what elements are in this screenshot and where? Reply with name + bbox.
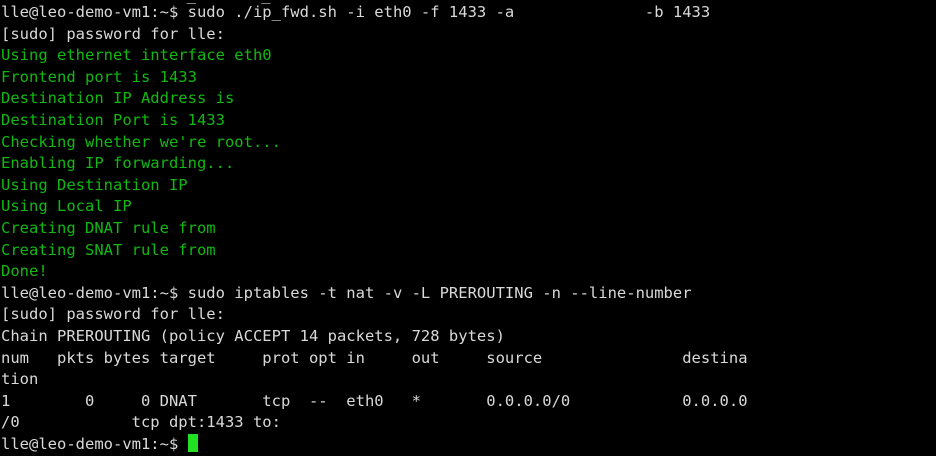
script-output-line: Using Local IP [1,197,132,216]
shell-prompt: lle@leo-demo-vm1:~$ [1,3,188,21]
iptables-rule-row: 1 0 0 DNAT tcp -- eth0 * 0.0.0.0/0 0.0.0… [1,391,748,410]
script-output-line: Using ethernet interface eth0 [1,46,272,65]
script-output-line: Enabling IP forwarding... [1,154,235,173]
command-line: lle@leo-demo-vm1:~$ sudo iptables -t nat… [1,283,936,305]
script-output-line: Creating SNAT rule from [1,240,216,259]
script-output-line: Using Destination IP [1,175,188,194]
script-output-line: Destination IP Address is [1,89,235,108]
terminal-output: lle@leo-demo-vm1:~$ sudo ./ip_fwd.sh -i … [1,2,936,455]
shell-prompt: lle@leo-demo-vm1:~$ [1,283,188,302]
output-line: [sudo] password for lle: [1,24,225,43]
script-output-line: Checking whether we're root... [1,132,281,151]
command-text: sudo ./ip_fwd.sh -i eth0 -f 1433 -a -b 1… [187,3,711,21]
iptables-chain-header: Chain PREROUTING (policy ACCEPT 14 packe… [1,326,505,345]
command-line: lle@leo-demo-vm1:~$ sudo ./ip_fwd.sh -i … [1,2,936,24]
shell-prompt: lle@leo-demo-vm1:~$ [1,434,188,453]
iptables-rule-row-wrap: /0 tcp dpt:1433 to: [1,413,281,432]
command-text: sudo iptables -t nat -v -L PREROUTING -n… [187,283,692,302]
output-line: [sudo] password for lle: [1,305,225,324]
current-prompt-line[interactable]: lle@leo-demo-vm1:~$ [1,433,936,456]
script-output-line: Frontend port is 1433 [1,67,197,86]
text-cursor [187,433,198,452]
iptables-column-headers-wrap: tion [1,370,39,389]
script-output-line: Creating DNAT rule from [1,218,216,237]
iptables-column-headers: num pkts bytes target prot opt in out so… [1,348,748,367]
terminal-window[interactable]: _ _ lle@leo-demo-vm1:~$ sudo ./ip_fwd.sh… [0,0,936,456]
script-output-line: Destination Port is 1433 [1,110,225,129]
script-output-line: Done! [1,262,48,281]
